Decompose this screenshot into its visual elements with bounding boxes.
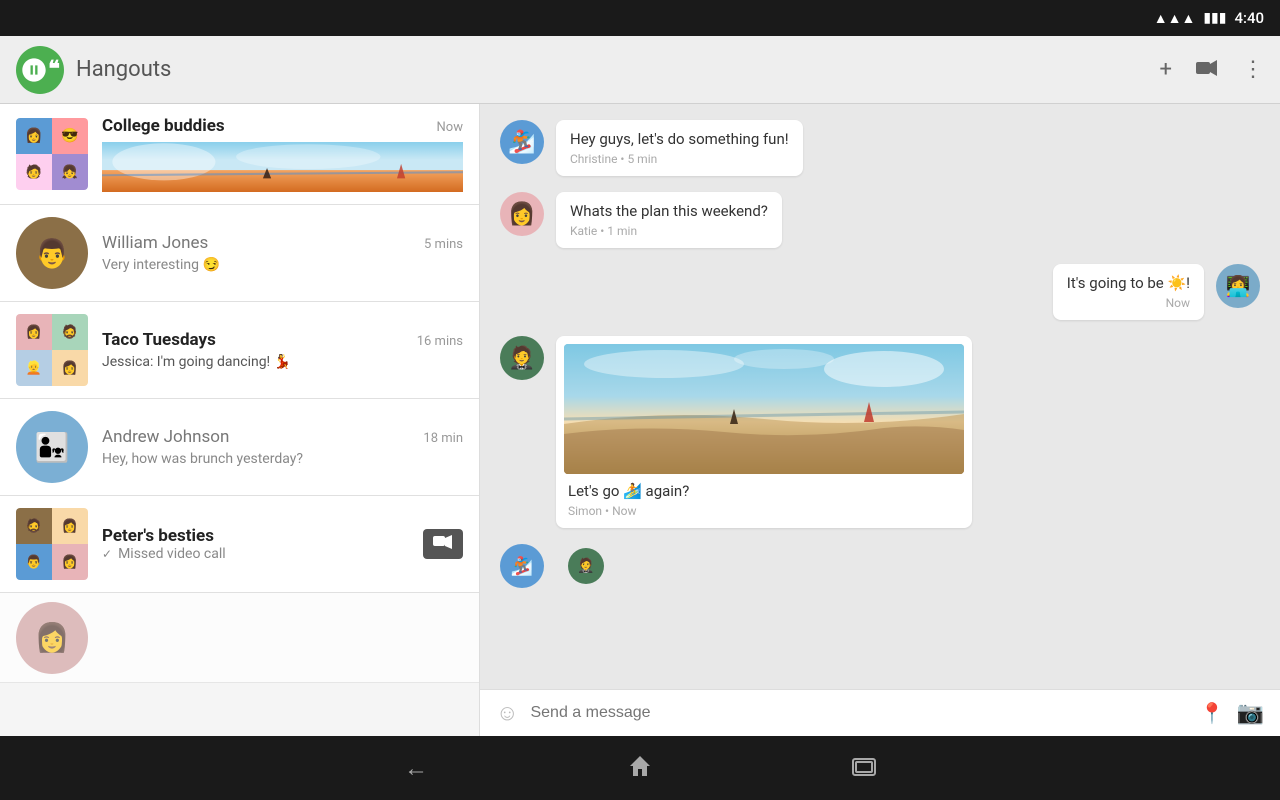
message-meta: Now xyxy=(1067,296,1190,310)
message-input[interactable] xyxy=(530,704,1187,722)
chat-input-bar: ☺ 📍 📷 xyxy=(480,689,1280,736)
message-avatar-christine: 🏂 xyxy=(500,120,544,164)
message-meta: Christine • 5 min xyxy=(570,152,789,166)
app-bar-actions: + ⋮ xyxy=(1160,57,1264,82)
message-item-photo: 🤵 xyxy=(500,336,972,528)
camera-button[interactable]: 📷 xyxy=(1237,701,1264,726)
main-content: 👩 😎 🧑 👧 College buddies Now xyxy=(0,104,1280,736)
conversation-list: 👩 😎 🧑 👧 College buddies Now xyxy=(0,104,480,736)
conversation-time: 18 min xyxy=(423,431,463,446)
conversation-avatar-taco-tuesdays: 👩 🧔 👱 👩 xyxy=(16,314,88,386)
conversation-item-peters-besties[interactable]: 🧔 👩 👨 👩 Peter's besties ✓ Missed video c… xyxy=(0,496,479,593)
missed-call-indicator: ✓ Missed video call xyxy=(102,546,226,562)
conversation-item-andrew-johnson[interactable]: 👨‍👧 Andrew Johnson 18 min Hey, how was b… xyxy=(0,399,479,496)
clock: 4:40 xyxy=(1234,9,1264,27)
message-item: 👩 Whats the plan this weekend? Katie • 1… xyxy=(500,192,782,248)
missed-call-text: Missed video call xyxy=(118,546,226,562)
conversation-item-partial[interactable]: 👩 xyxy=(0,593,479,683)
conversation-preview: Very interesting 😏 xyxy=(102,257,463,273)
conversation-name: Peter's besties xyxy=(102,526,214,546)
conversation-info-college-buddies: College buddies Now xyxy=(102,116,463,192)
conversation-info-peters-besties: Peter's besties ✓ Missed video call xyxy=(102,526,463,562)
message-bubble-sent: It's going to be ☀️! Now xyxy=(1053,264,1204,320)
conversation-avatar-peters-besties: 🧔 👩 👨 👩 xyxy=(16,508,88,580)
message-text: Hey guys, let's do something fun! xyxy=(570,130,789,148)
chat-panel: 🏂 Hey guys, let's do something fun! Chri… xyxy=(480,104,1280,736)
message-item: 🏂 Hey guys, let's do something fun! Chri… xyxy=(500,120,803,176)
video-call-button[interactable] xyxy=(1196,57,1218,82)
conversation-item-taco-tuesdays[interactable]: 👩 🧔 👱 👩 Taco Tuesdays 16 mins Jessica: I… xyxy=(0,302,479,399)
message-text: Let's go 🏄 again? xyxy=(564,482,964,504)
typing-indicators: 🏂 🤵 xyxy=(500,544,1260,588)
conversation-time: 16 mins xyxy=(417,334,463,349)
app-title: Hangouts xyxy=(76,57,1160,82)
message-bubble: Whats the plan this weekend? Katie • 1 m… xyxy=(556,192,782,248)
conversation-info-andrew-johnson: Andrew Johnson 18 min Hey, how was brunc… xyxy=(102,427,463,467)
message-meta: Simon • Now xyxy=(564,504,964,520)
message-text: It's going to be ☀️! xyxy=(1067,274,1190,292)
status-bar: ▲▲▲ ▮▮▮ 4:40 xyxy=(0,0,1280,36)
conversation-avatar-andrew-johnson: 👨‍👧 xyxy=(16,411,88,483)
conversation-avatar-william-jones: 👨 xyxy=(16,217,88,289)
wifi-icon: ▲▲▲ xyxy=(1154,10,1196,27)
conversation-avatar-partial: 👩 xyxy=(16,602,88,674)
conversation-name: William Jones xyxy=(102,233,208,253)
message-text: Whats the plan this weekend? xyxy=(570,202,768,220)
app-bar: " ❝ Hangouts + ⋮ xyxy=(0,36,1280,104)
conversation-item-william-jones[interactable]: 👨 William Jones 5 mins Very interesting … xyxy=(0,205,479,302)
chat-messages: 🏂 Hey guys, let's do something fun! Chri… xyxy=(480,104,1280,689)
status-icons: ▲▲▲ ▮▮▮ 4:40 xyxy=(1154,9,1264,27)
conversation-info-william-jones: William Jones 5 mins Very interesting 😏 xyxy=(102,233,463,273)
conversation-name: College buddies xyxy=(102,116,225,136)
message-photo-bubble: Let's go 🏄 again? Simon • Now xyxy=(556,336,972,528)
message-avatar-simon: 🤵 xyxy=(500,336,544,380)
conversation-info-taco-tuesdays: Taco Tuesdays 16 mins Jessica: I'm going… xyxy=(102,330,463,370)
beach-photo xyxy=(564,344,964,474)
conversation-preview: Jessica: I'm going dancing! 💃 xyxy=(102,354,463,370)
conversation-item-college-buddies[interactable]: 👩 😎 🧑 👧 College buddies Now xyxy=(0,104,479,205)
location-button[interactable]: 📍 xyxy=(1200,701,1225,725)
more-options-button[interactable]: ⋮ xyxy=(1242,57,1264,82)
conversation-time: 5 mins xyxy=(424,237,463,252)
battery-icon: ▮▮▮ xyxy=(1203,10,1226,26)
emoji-button[interactable]: ☺ xyxy=(496,700,518,726)
home-button[interactable] xyxy=(628,754,652,782)
recents-button[interactable] xyxy=(852,754,876,782)
navigation-bar: ← xyxy=(0,736,1280,800)
message-item-sent: 👩‍💻 It's going to be ☀️! Now xyxy=(1053,264,1260,320)
conversation-preview: Hey, how was brunch yesterday? xyxy=(102,451,463,467)
add-conversation-button[interactable]: + xyxy=(1160,57,1172,82)
message-bubble: Hey guys, let's do something fun! Christ… xyxy=(556,120,803,176)
conversation-time: Now xyxy=(437,120,463,135)
back-button[interactable]: ← xyxy=(404,754,428,783)
message-avatar-self: 👩‍💻 xyxy=(1216,264,1260,308)
hangouts-logo-icon: " xyxy=(20,56,48,84)
message-avatar-katie: 👩 xyxy=(500,192,544,236)
conversation-avatar-college-buddies: 👩 😎 🧑 👧 xyxy=(16,118,88,190)
video-call-badge[interactable] xyxy=(423,529,463,559)
svg-text:": " xyxy=(24,62,29,81)
conversation-name: Taco Tuesdays xyxy=(102,330,216,350)
typing-avatar-2: 🤵 xyxy=(568,548,604,584)
message-meta: Katie • 1 min xyxy=(570,224,768,238)
typing-avatar-1: 🏂 xyxy=(500,544,544,588)
app-logo: " ❝ xyxy=(16,46,64,94)
conversation-name: Andrew Johnson xyxy=(102,427,229,447)
conversation-image-preview xyxy=(102,142,463,192)
